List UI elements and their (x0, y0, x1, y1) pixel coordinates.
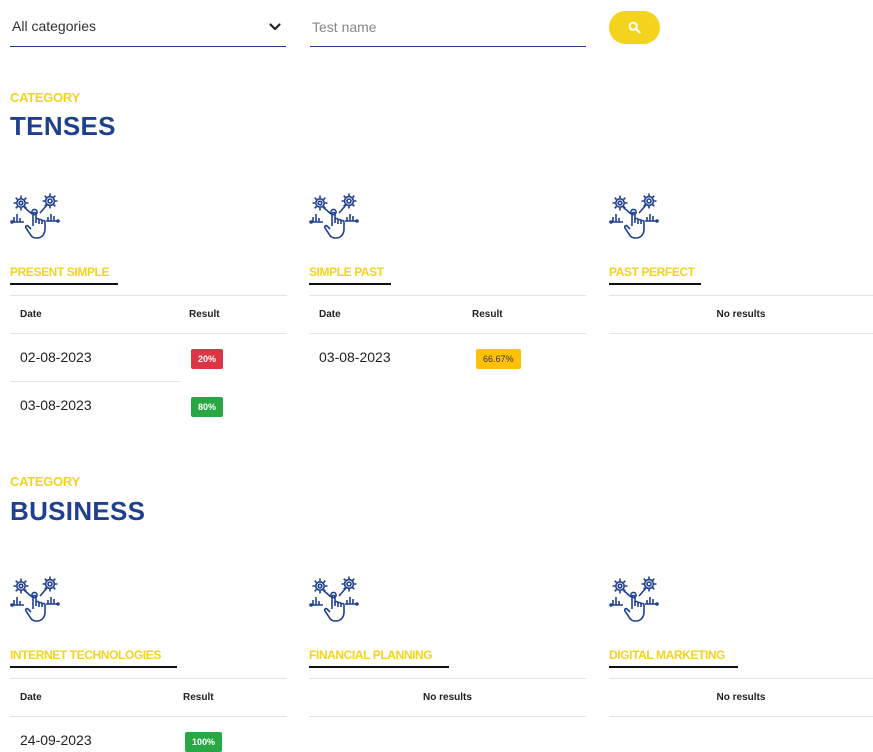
results-table: No results (609, 295, 873, 334)
filter-bar: All categories (0, 0, 873, 50)
result-date: 02-08-2023 (20, 349, 92, 365)
test-name-input[interactable] (310, 8, 586, 47)
results-table: Date Result 24-09-2023 100% (10, 678, 287, 752)
score-badge: 80% (191, 397, 224, 417)
gears-hand-icon (609, 575, 661, 627)
search-button[interactable] (609, 11, 660, 44)
table-header: No results (609, 678, 873, 717)
title-underline (309, 666, 449, 668)
table-header: No results (309, 678, 586, 717)
gears-hand-icon (609, 192, 661, 244)
category-title: TENSES (10, 111, 116, 141)
title-underline (10, 283, 118, 285)
category-title: BUSINESS (10, 496, 146, 526)
score-badge: 20% (191, 349, 224, 369)
title-underline (609, 283, 701, 285)
search-icon (628, 21, 641, 34)
gears-hand-icon (10, 192, 62, 244)
result-header: Result (189, 309, 220, 320)
test-title[interactable]: DIGITAL MARKETING (609, 648, 725, 662)
results-table: Date Result 03-08-2023 66.67% (309, 295, 586, 382)
test-title[interactable]: PRESENT SIMPLE (10, 265, 109, 279)
title-underline (10, 666, 177, 668)
chevron-down-icon (269, 23, 281, 31)
gears-hand-icon (309, 192, 361, 244)
test-title[interactable]: INTERNET TECHNOLOGIES (10, 648, 161, 662)
table-row: 24-09-2023 100% (10, 717, 287, 752)
title-underline (609, 666, 738, 668)
result-date: 03-08-2023 (319, 349, 391, 365)
results-table: No results (609, 678, 873, 717)
table-row: 03-08-2023 80% (10, 382, 287, 430)
results-table: No results (309, 678, 586, 717)
test-title[interactable]: PAST PERFECT (609, 265, 695, 279)
category-select-value: All categories (12, 18, 97, 34)
date-header: Date (20, 692, 42, 703)
date-header: Date (20, 309, 42, 320)
table-header: Date Result (10, 295, 287, 334)
score-badge: 100% (185, 732, 223, 752)
category-eyebrow: CATEGORY (10, 90, 80, 105)
table-header: Date Result (10, 678, 287, 717)
table-row: 03-08-2023 66.67% (309, 334, 586, 382)
table-header: No results (609, 295, 873, 334)
gears-hand-icon (10, 575, 62, 627)
results-table: Date Result 02-08-2023 20% 03-08-2023 80… (10, 295, 287, 430)
result-date: 03-08-2023 (20, 397, 92, 413)
category-select[interactable]: All categories (10, 8, 286, 47)
test-title[interactable]: FINANCIAL PLANNING (309, 648, 433, 662)
score-badge: 66.67% (476, 349, 521, 369)
no-results-text: No results (423, 692, 472, 703)
table-header: Date Result (309, 295, 586, 334)
result-date: 24-09-2023 (20, 732, 92, 748)
no-results-text: No results (716, 692, 766, 703)
test-title[interactable]: SIMPLE PAST (309, 265, 384, 279)
no-results-text: No results (716, 309, 766, 320)
title-underline (309, 283, 391, 285)
date-header: Date (319, 309, 341, 320)
gears-hand-icon (309, 575, 361, 627)
category-eyebrow: CATEGORY (10, 474, 80, 489)
result-header: Result (472, 309, 503, 320)
result-header: Result (183, 692, 214, 703)
table-row: 02-08-2023 20% (10, 334, 287, 382)
